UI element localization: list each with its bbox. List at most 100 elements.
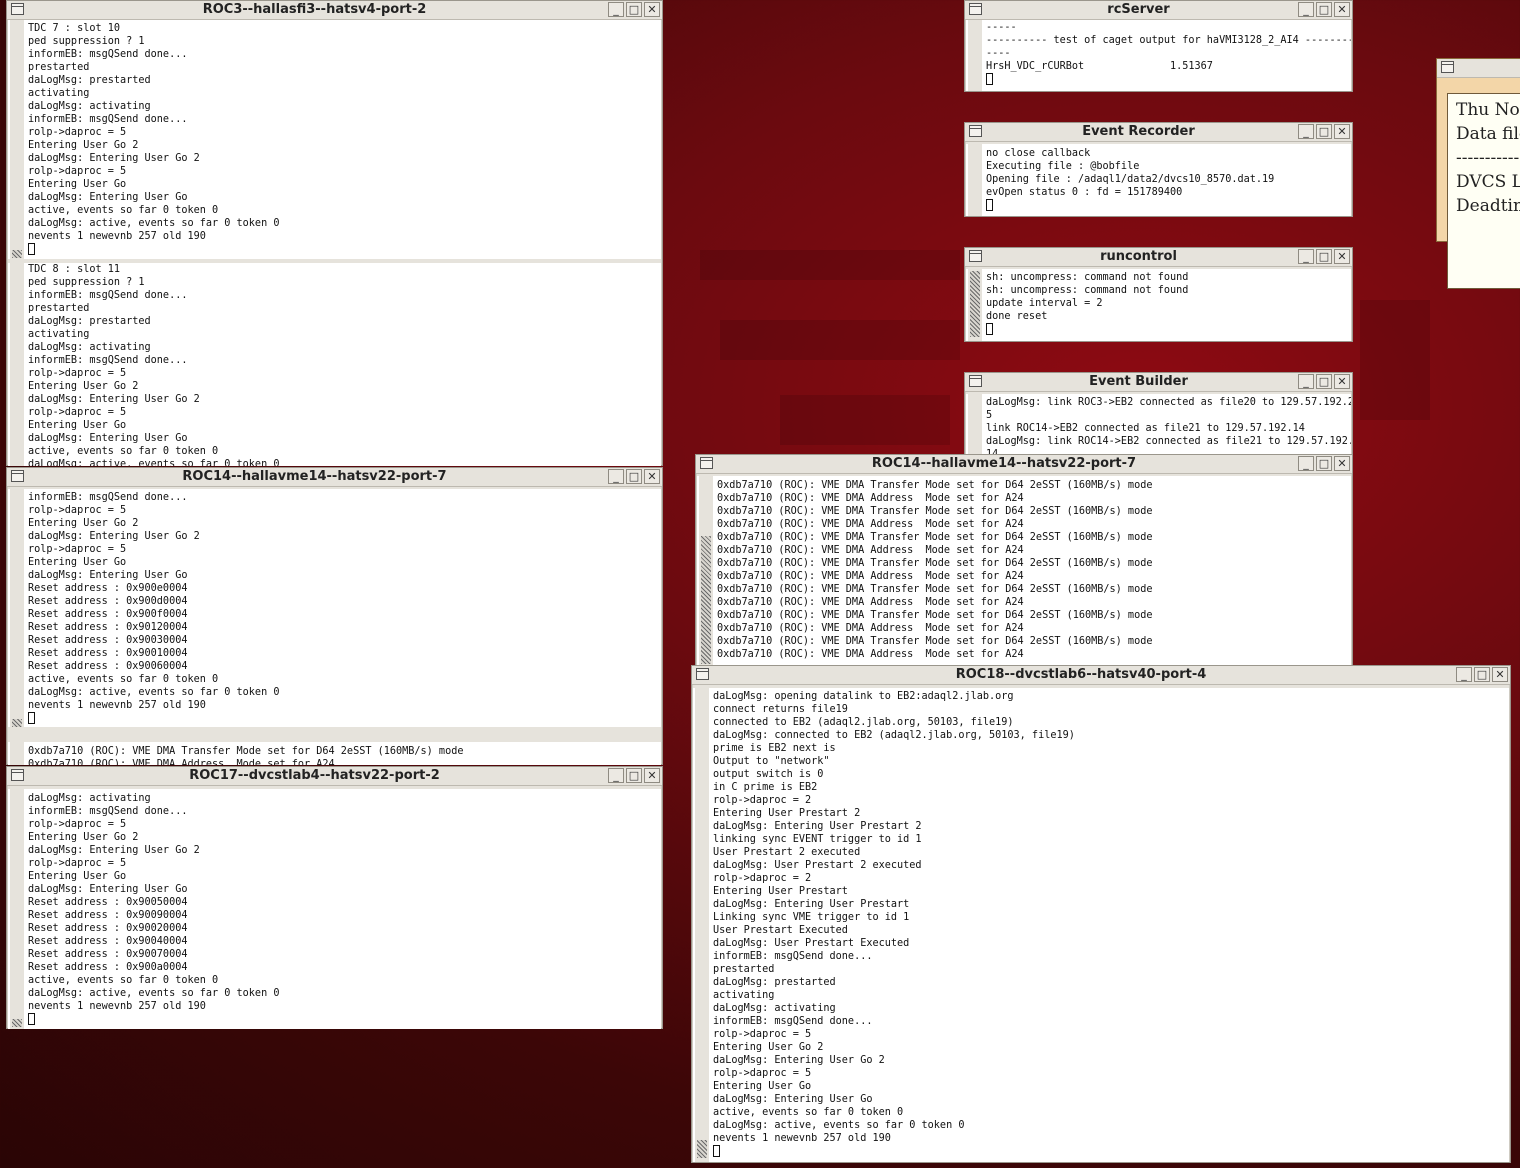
rcserver-titlebar[interactable]: rcServer _ □ ✕ [965,1,1352,20]
terminal-pane[interactable]: ----- ---------- test of caget output for… [966,20,1351,91]
scrollbar[interactable] [10,20,24,259]
terminal-pane[interactable]: daLogMsg: opening datalink to EB2:adaql2… [693,688,1509,1162]
minimize-button[interactable]: _ [1298,124,1314,139]
maximize-button[interactable]: □ [1316,249,1332,264]
roc3-window[interactable]: ROC3--hallasfi3--hatsv4-port-2 _ □ ✕ TDC… [6,0,663,466]
terminal-pane-1[interactable]: TDC 7 : slot 10 ped suppression ? 1 inform… [8,20,661,259]
maximize-button[interactable]: □ [1316,374,1332,389]
terminal-line: rolp->daproc = 5 [28,858,127,869]
terminal-line: daLogMsg: Entering User Go [28,884,188,895]
event-builder-window[interactable]: Event Builder _ □ ✕ daLogMsg: link ROC3-… [964,372,1353,458]
clock-panel-window[interactable]: Thu No Data file ----------- DVCS L Deadtim [1436,58,1520,289]
minimize-button[interactable]: _ [1298,456,1314,471]
window-menu-icon[interactable] [1441,61,1454,73]
terminal-pane[interactable]: daLogMsg: activating informEB: msgQSend d… [8,789,661,1029]
maximize-button[interactable]: □ [1316,456,1332,471]
close-button[interactable]: ✕ [1334,2,1350,17]
terminal-prompt-line[interactable] [713,1145,1507,1158]
scrollbar[interactable] [10,789,24,1029]
maximize-button[interactable]: □ [1474,667,1490,682]
scrollbar[interactable] [968,144,982,216]
scrollbar[interactable] [10,489,24,727]
roc14-titlebar[interactable]: ROC14--hallavme14--hatsv22-port-7 _ □ ✕ [7,468,662,487]
terminal-prompt-line[interactable] [28,1013,659,1026]
runcontrol-titlebar[interactable]: runcontrol _ □ ✕ [965,248,1352,267]
maximize-button[interactable]: □ [1316,124,1332,139]
close-button[interactable]: ✕ [1492,667,1508,682]
minimize-button[interactable]: _ [1298,374,1314,389]
terminal-pane[interactable]: informEB: msgQSend done... rolp->daproc =… [8,489,661,727]
roc14-right-titlebar[interactable]: ROC14--hallavme14--hatsv22-port-7 _ □ ✕ [696,455,1352,474]
terminal-pane[interactable]: sh: uncompress: command not found sh: unc… [966,269,1351,341]
roc14-left-window[interactable]: ROC14--hallavme14--hatsv22-port-7 _ □ ✕ … [6,467,663,765]
terminal-output: informEB: msgQSend done... rolp->daproc =… [28,491,659,725]
minimize-button[interactable]: _ [1456,667,1472,682]
event-recorder-titlebar[interactable]: Event Recorder _ □ ✕ [965,123,1352,142]
terminal-prompt-line[interactable] [986,199,1349,212]
terminal-line: prestarted [28,303,90,314]
window-menu-icon[interactable] [696,668,709,680]
maximize-button[interactable]: □ [626,768,642,783]
close-button[interactable]: ✕ [1334,249,1350,264]
panel-titlebar[interactable] [1437,59,1520,78]
scrollbar[interactable] [10,263,24,466]
maximize-button[interactable]: □ [1316,2,1332,17]
minimize-button[interactable]: _ [608,2,624,17]
roc18-window[interactable]: ROC18--dvcstlab6--hatsv40-port-4 _ □ ✕ d… [691,665,1511,1163]
window-menu-icon[interactable] [969,3,982,15]
close-button[interactable]: ✕ [644,2,660,17]
terminal-line: daLogMsg: active, events so far 0 token … [713,1120,965,1131]
maximize-button[interactable]: □ [626,2,642,17]
window-menu-icon[interactable] [969,375,982,387]
close-button[interactable]: ✕ [1334,374,1350,389]
scrollbar[interactable] [968,394,982,458]
scrollbar[interactable] [699,476,713,666]
roc14-right-window[interactable]: ROC14--hallavme14--hatsv22-port-7 _ □ ✕ … [695,454,1353,666]
terminal-pane-strip[interactable]: 0xdb7a710 (ROC): VME DMA Transfer Mode s… [8,742,661,765]
cursor-icon [28,243,35,255]
scrollbar[interactable] [968,20,982,91]
event-builder-titlebar[interactable]: Event Builder _ □ ✕ [965,373,1352,392]
terminal-line: informEB: msgQSend done... [713,951,873,962]
terminal-prompt-line[interactable] [986,323,1349,336]
cursor-icon [28,1013,35,1025]
close-button[interactable]: ✕ [1334,456,1350,471]
minimize-button[interactable]: _ [1298,249,1314,264]
window-menu-icon[interactable] [11,3,24,15]
terminal-line: done reset [986,311,1048,322]
terminal-line: rolp->daproc = 5 [713,1029,812,1040]
minimize-button[interactable]: _ [608,768,624,783]
window-menu-icon[interactable] [11,769,24,781]
scrollbar[interactable] [695,688,709,1162]
close-button[interactable]: ✕ [644,768,660,783]
terminal-line: rolp->daproc = 5 [28,368,127,379]
rcserver-window[interactable]: rcServer _ □ ✕ ----- ---------- test of c… [964,0,1353,92]
terminal-prompt-line[interactable] [28,712,659,725]
window-menu-icon[interactable] [700,457,713,469]
close-button[interactable]: ✕ [644,469,660,484]
terminal-pane[interactable]: daLogMsg: link ROC3->EB2 connected as fi… [966,394,1351,458]
minimize-button[interactable]: _ [1298,2,1314,17]
event-recorder-window[interactable]: Event Recorder _ □ ✕ no close callback Ex… [964,122,1353,217]
terminal-pane-2[interactable]: TDC 8 : slot 11 ped suppression ? 1 inform… [8,263,661,466]
panel-line: Data file [1456,124,1520,144]
roc17-titlebar[interactable]: ROC17--dvcstlab4--hatsv22-port-2 _ □ ✕ [7,767,662,786]
terminal-prompt-line[interactable] [28,243,659,256]
runcontrol-window[interactable]: runcontrol _ □ ✕ sh: uncompress: command… [964,247,1353,342]
roc17-window[interactable]: ROC17--dvcstlab4--hatsv22-port-2 _ □ ✕ d… [6,766,663,1029]
terminal-prompt-line[interactable] [986,73,1349,86]
maximize-button[interactable]: □ [626,469,642,484]
terminal-pane[interactable]: no close callback Executing file : @bobfi… [966,144,1351,216]
terminal-output: daLogMsg: opening datalink to EB2:adaql2… [713,690,1507,1158]
roc3-titlebar[interactable]: ROC3--hallasfi3--hatsv4-port-2 _ □ ✕ [7,1,662,20]
terminal-line: rolp->daproc = 2 [713,873,812,884]
scrollbar[interactable] [10,742,24,765]
window-menu-icon[interactable] [11,470,24,482]
window-menu-icon[interactable] [969,125,982,137]
roc18-titlebar[interactable]: ROC18--dvcstlab6--hatsv40-port-4 _ □ ✕ [692,666,1510,685]
minimize-button[interactable]: _ [608,469,624,484]
scrollbar[interactable] [968,269,982,341]
window-menu-icon[interactable] [969,250,982,262]
terminal-pane[interactable]: 0xdb7a710 (ROC): VME DMA Transfer Mode s… [697,476,1351,666]
close-button[interactable]: ✕ [1334,124,1350,139]
